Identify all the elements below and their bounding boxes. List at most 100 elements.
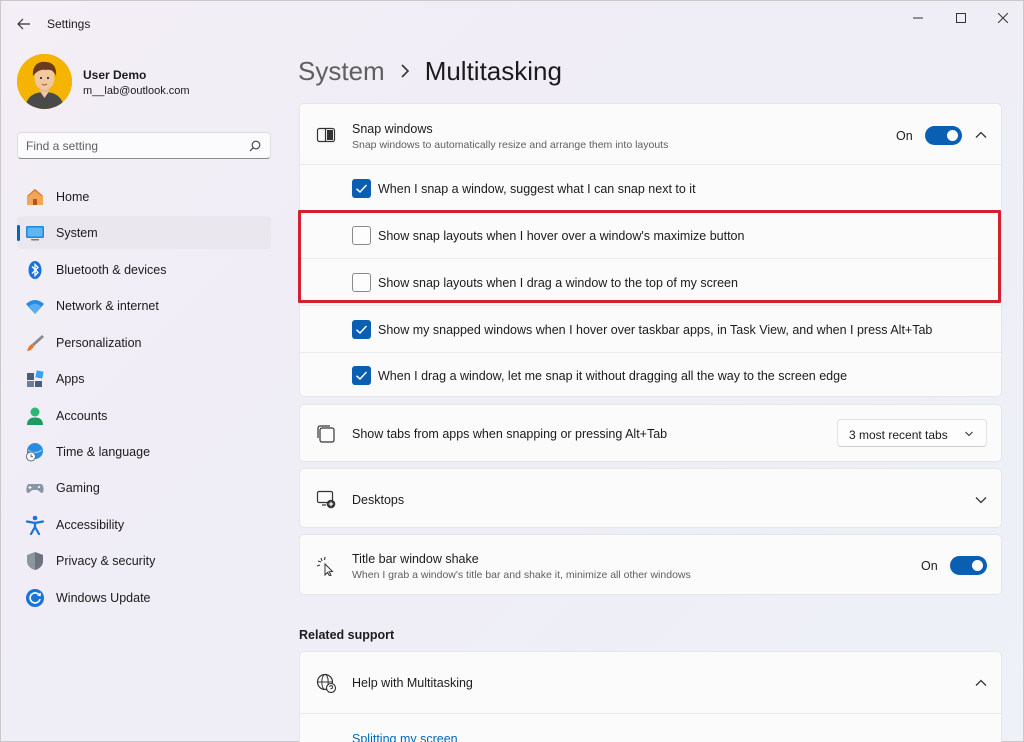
snap-drag-top-checkbox[interactable] (352, 273, 371, 292)
snap-windows-card: Snap windows Snap windows to automatical… (299, 103, 1002, 397)
app-title: Settings (47, 17, 90, 31)
wifi-icon (25, 296, 45, 316)
sidebar-item-label: Home (56, 190, 89, 204)
snap-toggle-state: On (896, 129, 913, 143)
snap-windows-toggle[interactable] (925, 126, 962, 145)
snap-edge-label: When I drag a window, let me snap it wit… (378, 369, 847, 383)
alt-tab-dropdown[interactable]: 3 most recent tabs (837, 419, 987, 447)
maximize-button[interactable] (941, 5, 981, 31)
page-title: Multitasking (425, 56, 562, 87)
snap-option-row: Show my snapped windows when I hover ove… (300, 306, 1001, 352)
user-name: User Demo (83, 68, 146, 82)
snap-suggest-label: When I snap a window, suggest what I can… (378, 182, 696, 196)
accounts-icon (25, 406, 45, 426)
help-globe-icon (316, 673, 336, 693)
sidebar-item-label: Gaming (56, 481, 100, 495)
cursor-shake-icon (316, 556, 336, 576)
desktops-card[interactable]: Desktops (299, 468, 1002, 528)
snap-windows-title: Snap windows (352, 122, 433, 136)
snap-option-row: When I snap a window, suggest what I can… (300, 165, 1001, 211)
shake-toggle-state: On (921, 559, 938, 573)
sidebar-item-personalization[interactable]: Personalization (17, 326, 271, 359)
related-support-heading: Related support (299, 628, 394, 642)
sidebar-item-label: Personalization (56, 336, 141, 350)
sidebar-item-label: Time & language (56, 445, 150, 459)
back-arrow-icon (17, 18, 31, 30)
selection-indicator (17, 225, 20, 241)
sidebar-item-apps[interactable]: Apps (17, 362, 271, 395)
search-input[interactable] (26, 138, 236, 154)
sidebar-item-label: Accessibility (56, 518, 124, 532)
desktops-title: Desktops (352, 493, 404, 507)
chevron-down-icon[interactable] (974, 493, 988, 507)
sidebar-item-privacy[interactable]: Privacy & security (17, 544, 271, 577)
breadcrumb-parent[interactable]: System (298, 56, 385, 87)
chevron-down-icon (964, 429, 974, 439)
window-shake-card: Title bar window shake When I grab a win… (299, 534, 1002, 595)
snap-option-row: Show snap layouts when I drag a window t… (300, 259, 1001, 305)
sidebar-item-windows-update[interactable]: Windows Update (17, 581, 271, 614)
maximize-icon (956, 13, 966, 23)
user-email: m__lab@outlook.com (83, 85, 190, 97)
snap-taskbar-label: Show my snapped windows when I hover ove… (378, 323, 932, 337)
close-button[interactable] (983, 5, 1023, 31)
sidebar-item-accounts[interactable]: Accounts (17, 399, 271, 432)
sidebar-item-bluetooth[interactable]: Bluetooth & devices (17, 253, 271, 286)
help-card: Help with Multitasking Splitting my scre… (299, 651, 1002, 742)
apps-icon (25, 369, 45, 389)
snap-edge-checkbox[interactable] (352, 366, 371, 385)
back-button[interactable] (11, 11, 37, 37)
sidebar-item-home[interactable]: Home (17, 180, 271, 213)
sidebar-item-accessibility[interactable]: Accessibility (17, 508, 271, 541)
snap-hover-maximize-checkbox[interactable] (352, 226, 371, 245)
snap-suggest-checkbox[interactable] (352, 179, 371, 198)
toggle-knob (947, 130, 958, 141)
window-shake-toggle[interactable] (950, 556, 987, 575)
sidebar-item-label: Accounts (56, 409, 107, 423)
bluetooth-icon (25, 260, 45, 280)
toggle-knob (972, 560, 983, 571)
snap-windows-icon (316, 125, 336, 145)
sidebar-item-label: Bluetooth & devices (56, 263, 167, 277)
gamepad-icon (25, 478, 45, 498)
sidebar-item-label: System (56, 226, 98, 240)
title-bar: Settings (1, 1, 1024, 47)
snap-taskbar-checkbox[interactable] (352, 320, 371, 339)
system-icon (25, 223, 45, 243)
sidebar-item-gaming[interactable]: Gaming (17, 471, 271, 504)
avatar[interactable] (17, 54, 72, 109)
snap-drag-top-label: Show snap layouts when I drag a window t… (378, 276, 738, 290)
sidebar-item-system[interactable]: System (17, 216, 271, 249)
chevron-up-icon[interactable] (974, 128, 988, 142)
minimize-button[interactable] (898, 5, 938, 31)
checkmark-icon (352, 179, 371, 198)
splitting-screen-link[interactable]: Splitting my screen (352, 732, 458, 742)
checkmark-icon (352, 366, 371, 385)
close-icon (998, 13, 1008, 23)
snap-option-row: When I drag a window, let me snap it wit… (300, 353, 1001, 398)
chevron-right-icon (399, 63, 411, 79)
snap-hover-maximize-label: Show snap layouts when I hover over a wi… (378, 229, 744, 243)
desktops-icon (316, 489, 336, 509)
shield-icon (25, 551, 45, 571)
search-box[interactable] (17, 132, 271, 159)
window-shake-description: When I grab a window's title bar and sha… (352, 569, 691, 581)
search-icon[interactable] (249, 140, 261, 152)
sidebar-item-network[interactable]: Network & internet (17, 289, 271, 322)
snap-windows-description: Snap windows to automatically resize and… (352, 139, 668, 151)
minimize-icon (913, 13, 923, 23)
sidebar-item-label: Network & internet (56, 299, 159, 313)
sidebar-item-time-language[interactable]: Time & language (17, 435, 271, 468)
accessibility-icon (25, 515, 45, 535)
snap-windows-header[interactable]: Snap windows Snap windows to automatical… (300, 104, 1001, 164)
breadcrumb: System Multitasking (298, 54, 562, 88)
sidebar-item-label: Apps (56, 372, 85, 386)
chevron-up-icon[interactable] (974, 676, 988, 690)
alt-tab-card: Show tabs from apps when snapping or pre… (299, 404, 1002, 462)
alt-tab-title: Show tabs from apps when snapping or pre… (352, 427, 667, 441)
help-header[interactable]: Help with Multitasking (300, 652, 1001, 712)
snap-option-row: Show snap layouts when I hover over a wi… (300, 212, 1001, 258)
update-icon (25, 588, 45, 608)
dropdown-value: 3 most recent tabs (849, 428, 948, 442)
help-title: Help with Multitasking (352, 676, 473, 690)
